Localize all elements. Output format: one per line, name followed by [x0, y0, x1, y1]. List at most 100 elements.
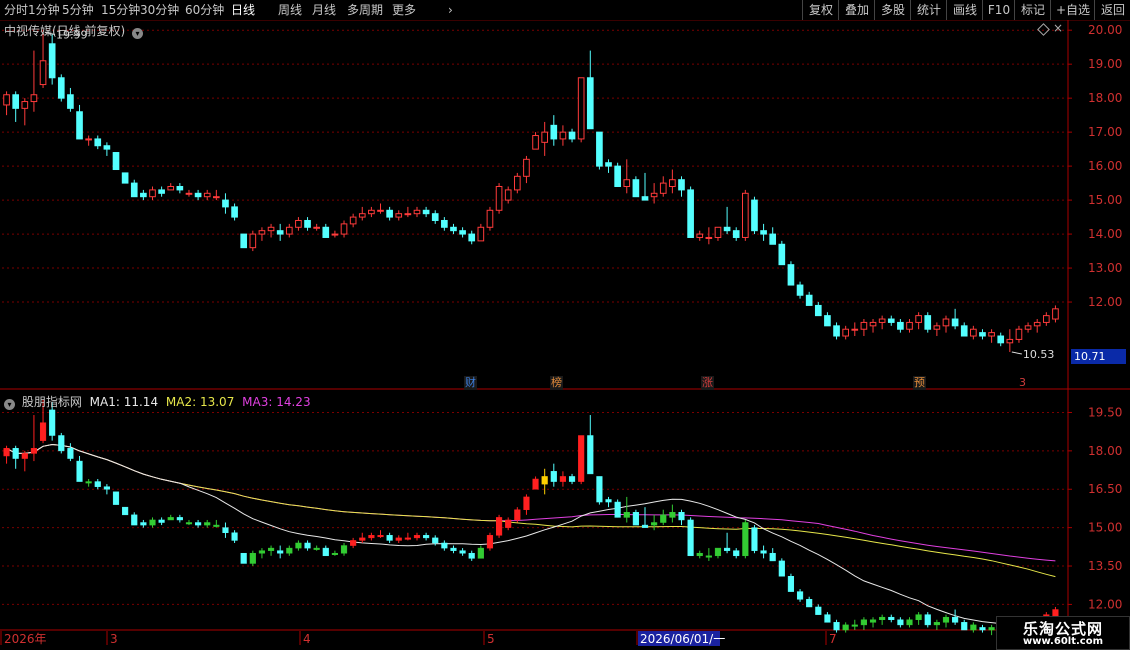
toolbar-button-6[interactable]: 标记 [1014, 0, 1051, 20]
indicator-candle-78 [714, 547, 722, 559]
period-tab-0[interactable]: 分时 [4, 2, 28, 18]
indicator-candle-body [815, 606, 822, 615]
period-tab-1[interactable]: 1分钟 [28, 2, 60, 18]
event-tag-4[interactable]: 3 [1018, 376, 1027, 390]
toolbar-button-0[interactable]: 复权 [802, 0, 839, 20]
price-candle-101 [924, 312, 932, 333]
price-candle-body [57, 77, 65, 99]
close-icon[interactable]: × [1053, 21, 1063, 35]
price-candle-23 [213, 189, 220, 201]
indicator-candle-96 [879, 614, 886, 625]
price-candle-body [714, 226, 722, 238]
price-candle-93 [851, 322, 859, 337]
indicator-candle-body [632, 512, 639, 526]
indicator-candle-body [933, 622, 940, 626]
price-candle-10 [94, 135, 102, 150]
low-price-label: 10.53 [1023, 348, 1055, 361]
event-tag-3[interactable]: 预 [913, 376, 926, 390]
price-candle-29 [267, 223, 275, 238]
indicator-candle-79 [724, 532, 731, 554]
event-tag-1[interactable]: 榜 [550, 376, 563, 390]
indicator-candle-body [924, 614, 931, 626]
toolbar-button-1[interactable]: 叠加 [838, 0, 875, 20]
indicator-candle-body [988, 627, 995, 631]
ind-tick-label-2: 16.50 [1088, 482, 1122, 496]
period-tab-10[interactable]: 更多 [392, 2, 416, 18]
price-candle-96 [878, 315, 886, 330]
indicator-candle-body [724, 547, 731, 551]
price-candle-body [887, 318, 895, 323]
indicator-candle-95 [869, 617, 877, 628]
price-candle-76 [696, 230, 704, 241]
ind-tick-label-5: 12.00 [1088, 597, 1122, 611]
price-candle-body [112, 152, 120, 171]
price-candle-89 [814, 302, 822, 317]
price-candle-body [577, 77, 585, 140]
period-tab-5[interactable]: 60分钟 [185, 2, 224, 18]
chevron-down-circle-icon[interactable]: ▾ [4, 399, 15, 410]
period-tab-9[interactable]: 多周期 [347, 2, 383, 18]
toolbar-button-7[interactable]: +自选 [1050, 0, 1095, 20]
price-candle-body [805, 294, 813, 306]
indicator-candle-body [696, 552, 703, 557]
toolbar-button-3[interactable]: 统计 [910, 0, 947, 20]
chevron-down-circle-icon[interactable]: ▾ [132, 28, 144, 39]
ma2-label: MA2: 13.07 [165, 395, 235, 409]
indicator-candle-body [103, 486, 110, 490]
indicator-candles [3, 399, 1059, 643]
chevron-right-icon[interactable]: › [448, 2, 453, 18]
event-tag-0[interactable]: 财 [464, 376, 477, 390]
indicator-candle-46 [423, 532, 430, 541]
price-candle-body [231, 206, 238, 218]
price-candle-body [723, 226, 731, 232]
indicator-candle-body [30, 448, 37, 454]
price-candle-body [513, 175, 521, 191]
toolbar-button-2[interactable]: 多股 [874, 0, 911, 20]
indicator-candle-9 [85, 479, 92, 487]
toolbar-button-8[interactable]: 返回 [1094, 0, 1130, 20]
period-tab-4[interactable]: 30分钟 [140, 2, 179, 18]
indicator-candle-92 [842, 622, 849, 633]
price-candle-115 [1052, 305, 1059, 323]
period-tab-6[interactable]: 日线 [231, 2, 255, 18]
event-tag-2[interactable]: 涨 [701, 376, 714, 390]
price-candle-body [650, 192, 658, 198]
indicator-candle-body [678, 512, 685, 521]
price-candle-body [1052, 308, 1059, 320]
price-candle-112 [1024, 322, 1032, 333]
price-candle-body [1006, 338, 1014, 344]
price-candle-body [404, 213, 412, 216]
price-candle-86 [787, 261, 795, 286]
period-tab-8[interactable]: 月线 [312, 2, 336, 18]
toolbar-button-4[interactable]: 画线 [946, 0, 983, 20]
price-candle-104 [951, 308, 959, 330]
period-tab-7[interactable]: 周线 [278, 2, 302, 18]
kline-chart[interactable]: 19.9910.53 20.00 19.00 18.00 17.00 16.00 15.0… [0, 20, 1130, 650]
price-candle-50 [459, 227, 466, 238]
period-tab-3[interactable]: 15分钟 [101, 2, 140, 18]
price-candle-body [1042, 315, 1050, 323]
indicator-candle-88 [806, 596, 813, 608]
price-candle-body [48, 43, 56, 79]
indicator-candle-body [468, 552, 475, 559]
price-candle-body [295, 219, 302, 228]
price-candle-body [970, 328, 977, 337]
price-candle-body [605, 162, 612, 167]
price-candle-body [705, 236, 713, 239]
price-candle-30 [276, 223, 284, 241]
price-candle-body [267, 226, 275, 232]
indicator-candle-64 [587, 415, 594, 475]
price-candle-82 [751, 196, 758, 235]
period-tab-2[interactable]: 5分钟 [62, 2, 94, 18]
indicator-candle-91 [833, 619, 840, 633]
price-candle-body [30, 94, 38, 103]
indicator-candle-body [559, 476, 566, 482]
ma2-line [6, 443, 1056, 578]
x-axis-label-2: 4 [303, 632, 311, 646]
indicator-candle-body [541, 476, 548, 485]
price-candle-18 [167, 183, 175, 191]
period-toolbar: 分时 1分钟 5分钟 15分钟 30分钟 60分钟 日线 周线 月线 多周期 更多 › 复权 叠加 多股 统计… [0, 0, 1130, 21]
toolbar-button-5[interactable]: F10 [982, 0, 1015, 20]
indicator-candle-body [796, 591, 804, 600]
price-candle-body [878, 318, 886, 323]
